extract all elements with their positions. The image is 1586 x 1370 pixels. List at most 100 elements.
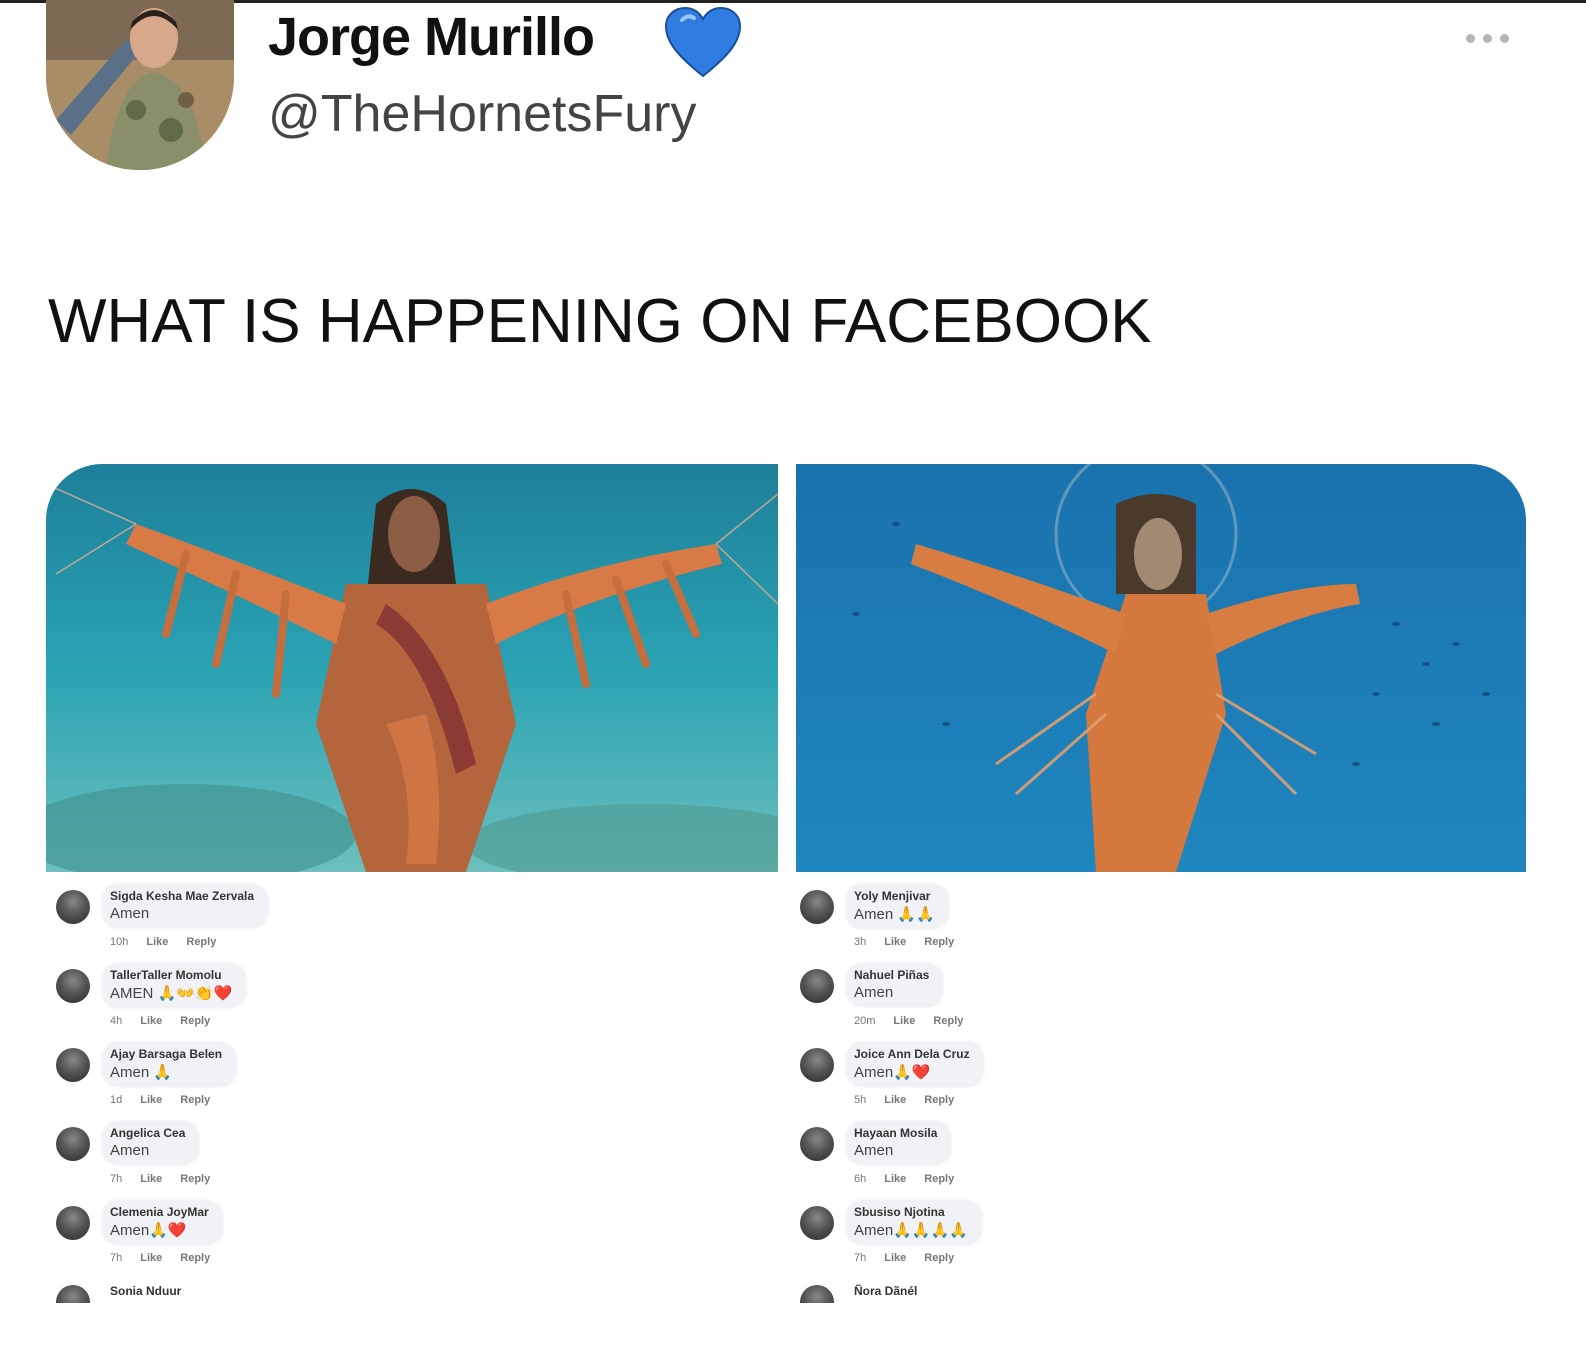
reply-button[interactable]: Reply [924, 936, 954, 948]
more-options-icon[interactable] [1452, 26, 1522, 50]
comment-text: Amen 🙏🙏 [854, 906, 935, 923]
user-handle[interactable]: @TheHornetsFury [268, 84, 696, 144]
user-avatar[interactable] [46, 0, 234, 170]
commenter-name[interactable]: Clemenia JoyMar [110, 1205, 209, 1219]
comment-actions: 7h Like Reply [110, 1252, 210, 1264]
commenter-name[interactable]: Ajay Barsaga Belen [110, 1047, 222, 1061]
comment-time: 1d [110, 1094, 123, 1106]
comment: Hayaan Mosila Amen 6h Like Reply [796, 1121, 1296, 1200]
commenter-avatar[interactable] [56, 1206, 90, 1240]
comment-text: Amen 🙏 [110, 1064, 173, 1081]
comment-text: Amen [854, 1142, 894, 1159]
comment: Sbusiso Njotina Amen🙏🙏🙏🙏 7h Like Reply [796, 1200, 1296, 1279]
comment-text: AMEN 🙏👐👏❤️ [110, 985, 233, 1002]
commenter-name[interactable]: Sbusiso Njotina [854, 1205, 968, 1219]
commenter-name[interactable]: Yoly Menjivar [854, 889, 935, 903]
comment-text: Amen [110, 1142, 150, 1159]
reply-button[interactable]: Reply [186, 936, 216, 948]
reply-button[interactable]: Reply [924, 1173, 954, 1185]
comment-bubble: TallerTaller Momolu AMEN 🙏👐👏❤️ [102, 963, 247, 1008]
commenter-name[interactable]: Sonia Nduur [110, 1284, 181, 1298]
reply-button[interactable]: Reply [924, 1252, 954, 1264]
like-button[interactable]: Like [884, 1173, 906, 1185]
comment-time: 20m [854, 1015, 876, 1027]
blue-heart-icon [664, 6, 742, 78]
comment-bubble: Angelica Cea Amen [102, 1121, 200, 1165]
comment-time: 7h [110, 1252, 123, 1264]
tweet-image-left[interactable] [46, 464, 778, 872]
comment-time: 7h [110, 1173, 123, 1185]
commenter-name[interactable]: Ñora Dãnél [854, 1284, 917, 1298]
like-button[interactable]: Like [884, 936, 906, 948]
comment: Ñora Dãnél [796, 1279, 1296, 1303]
comment-bubble: Nahuel Piñas Amen [846, 963, 944, 1007]
commenter-name[interactable]: Joice Ann Dela Cruz [854, 1047, 970, 1061]
comments-right: Yoly Menjivar Amen 🙏🙏 3h Like Reply Nahu… [796, 884, 1296, 1303]
comment: Clemenia JoyMar Amen🙏❤️ 7h Like Reply [52, 1200, 552, 1279]
commenter-name[interactable]: Sigda Kesha Mae Zervala [110, 889, 254, 903]
commenter-name[interactable]: Nahuel Piñas [854, 968, 929, 982]
comment-actions: 6h Like Reply [854, 1173, 954, 1185]
comment-text: Amen🙏❤️ [110, 1222, 187, 1239]
comment-bubble: Hayaan Mosila Amen [846, 1121, 952, 1165]
comment: TallerTaller Momolu AMEN 🙏👐👏❤️ 4h Like R… [52, 963, 552, 1042]
comments-left: Sigda Kesha Mae Zervala Amen 10h Like Re… [52, 884, 552, 1303]
commenter-name[interactable]: TallerTaller Momolu [110, 968, 232, 982]
comment: Sigda Kesha Mae Zervala Amen 10h Like Re… [52, 884, 552, 963]
commenter-avatar[interactable] [56, 1285, 90, 1303]
like-button[interactable]: Like [140, 1094, 162, 1106]
dot [1482, 33, 1492, 43]
commenter-avatar[interactable] [800, 1127, 834, 1161]
like-button[interactable]: Like [140, 1173, 162, 1185]
comment: Ajay Barsaga Belen Amen 🙏 1d Like Reply [52, 1042, 552, 1121]
comment-bubble: Sbusiso Njotina Amen🙏🙏🙏🙏 [846, 1200, 982, 1245]
reply-button[interactable]: Reply [180, 1173, 210, 1185]
dot [1499, 33, 1509, 43]
comment-actions: 1d Like Reply [110, 1094, 210, 1106]
comment-actions: 5h Like Reply [854, 1094, 954, 1106]
reply-button[interactable]: Reply [180, 1094, 210, 1106]
comment-text: Amen🙏❤️ [854, 1064, 931, 1081]
commenter-avatar[interactable] [56, 890, 90, 924]
tweet-image-right[interactable] [796, 464, 1526, 872]
reply-button[interactable]: Reply [933, 1015, 963, 1027]
comment-actions: 4h Like Reply [110, 1015, 210, 1027]
like-button[interactable]: Like [884, 1252, 906, 1264]
shrimp-jesus-statue-image [796, 464, 1526, 872]
comment-text: Amen [110, 905, 150, 922]
comment-bubble: Ñora Dãnél [846, 1279, 931, 1303]
comment-time: 7h [854, 1252, 867, 1264]
tweet-header: Jorge Murillo @TheHornetsFury [0, 0, 1586, 190]
comment-actions: 7h Like Reply [854, 1252, 954, 1264]
comment-actions: 7h Like Reply [110, 1173, 210, 1185]
display-name[interactable]: Jorge Murillo [268, 6, 595, 68]
like-button[interactable]: Like [884, 1094, 906, 1106]
commenter-avatar[interactable] [56, 1127, 90, 1161]
comment: Angelica Cea Amen 7h Like Reply [52, 1121, 552, 1200]
reply-button[interactable]: Reply [180, 1015, 210, 1027]
commenter-avatar[interactable] [800, 890, 834, 924]
commenter-avatar[interactable] [800, 1285, 834, 1303]
comment: Sonia Nduur [52, 1279, 552, 1303]
comment-time: 6h [854, 1173, 867, 1185]
comment-actions: 3h Like Reply [854, 936, 954, 948]
comment-text: Amen [854, 984, 894, 1001]
commenter-avatar[interactable] [800, 969, 834, 1003]
like-button[interactable]: Like [140, 1015, 162, 1027]
comment-actions: 20m Like Reply [854, 1015, 963, 1027]
reply-button[interactable]: Reply [180, 1252, 210, 1264]
like-button[interactable]: Like [146, 936, 168, 948]
commenter-name[interactable]: Hayaan Mosila [854, 1126, 937, 1140]
comment-time: 10h [110, 936, 129, 948]
commenter-name[interactable]: Angelica Cea [110, 1126, 185, 1140]
dot [1465, 33, 1475, 43]
commenter-avatar[interactable] [56, 1048, 90, 1082]
like-button[interactable]: Like [140, 1252, 162, 1264]
comment: Yoly Menjivar Amen 🙏🙏 3h Like Reply [796, 884, 1296, 963]
commenter-avatar[interactable] [800, 1206, 834, 1240]
commenter-avatar[interactable] [800, 1048, 834, 1082]
comment-time: 3h [854, 936, 867, 948]
commenter-avatar[interactable] [56, 969, 90, 1003]
reply-button[interactable]: Reply [924, 1094, 954, 1106]
like-button[interactable]: Like [893, 1015, 915, 1027]
